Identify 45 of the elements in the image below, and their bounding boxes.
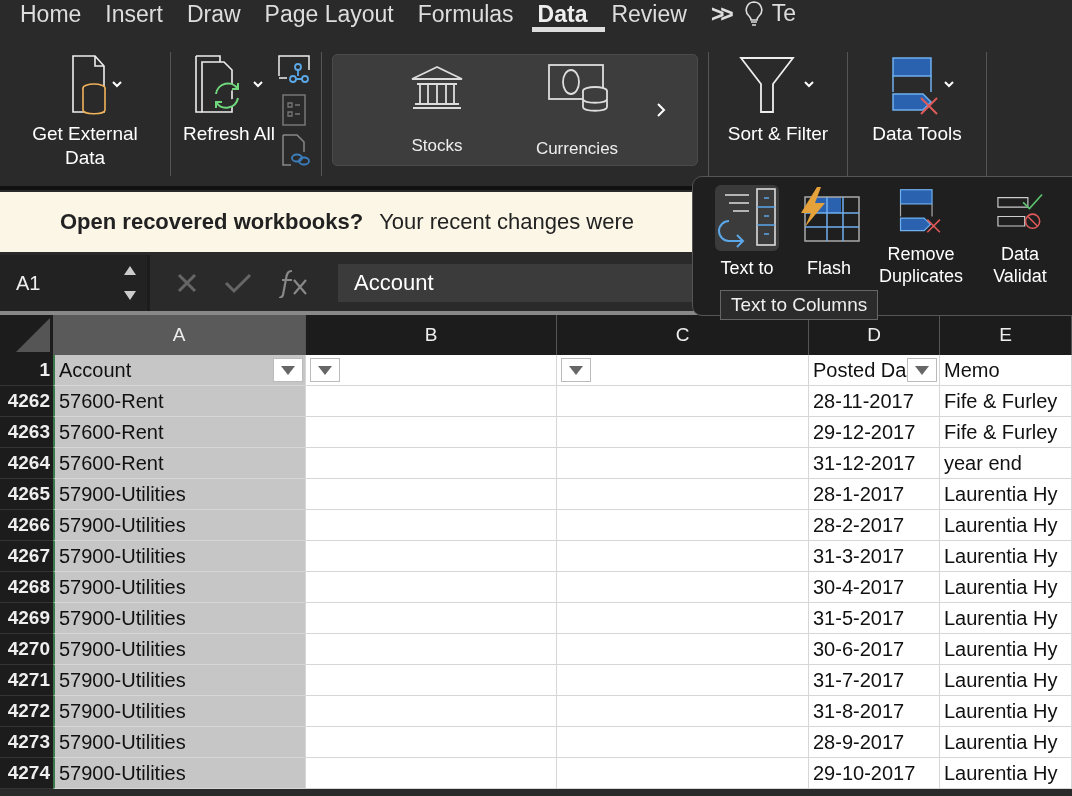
- table-cell: 57900-Utilities: [59, 668, 186, 692]
- table-cell: 57900-Utilities: [59, 637, 186, 661]
- table-cell: Laurentia Hy: [944, 575, 1058, 599]
- table-cell: 57900-Utilities: [59, 761, 186, 785]
- notice-message: Your recent changes were: [379, 209, 634, 235]
- table-cell: Laurentia Hy: [944, 544, 1058, 568]
- table-cell: 31-8-2017: [813, 699, 905, 723]
- table-cell: Laurentia Hy: [944, 606, 1058, 630]
- table-cell: Memo: [944, 358, 1000, 382]
- table-cell: 57900-Utilities: [59, 699, 186, 723]
- table-cell: 29-12-2017: [813, 420, 916, 444]
- table-cell: Account: [59, 358, 132, 382]
- table-cell: 28-11-2017: [813, 389, 914, 413]
- table-cell: 28-1-2017: [813, 482, 905, 506]
- table-cell: 57600-Rent: [59, 451, 164, 475]
- table-cell: Laurentia Hy: [944, 761, 1058, 785]
- table-cell: 28-9-2017: [813, 730, 905, 754]
- table-cell: 57900-Utilities: [59, 513, 186, 537]
- table-cell: Laurentia Hy: [944, 668, 1058, 692]
- table-cell: 29-10-2017: [813, 761, 916, 785]
- table-cell: 31-3-2017: [813, 544, 905, 568]
- table-cell: Laurentia Hy: [944, 482, 1058, 506]
- table-cell: 30-4-2017: [813, 575, 905, 599]
- table-cell: 57900-Utilities: [59, 730, 186, 754]
- table-cell: 57900-Utilities: [59, 544, 186, 568]
- table-cell: Laurentia Hy: [944, 637, 1058, 661]
- table-cell: 31-7-2017: [813, 668, 905, 692]
- table-cell: 57600-Rent: [59, 420, 164, 444]
- table-cell: 57900-Utilities: [59, 482, 186, 506]
- table-cell: Posted Da: [813, 358, 907, 382]
- table-cell: 31-5-2017: [813, 606, 905, 630]
- table-cell: Laurentia Hy: [944, 699, 1058, 723]
- tooltip: Text to Columns: [720, 290, 879, 320]
- table-cell: Laurentia Hy: [944, 730, 1058, 754]
- notice-title: Open recovered workbooks?: [60, 209, 364, 235]
- table-cell: 57600-Rent: [59, 389, 164, 413]
- table-cell: Fife & Furley: [944, 420, 1058, 444]
- table-cell: Laurentia Hy: [944, 513, 1058, 537]
- table-cell: 57900-Utilities: [59, 606, 186, 630]
- table-cell: 57900-Utilities: [59, 575, 186, 599]
- table-cell: 30-6-2017: [813, 637, 905, 661]
- table-cell: year end: [944, 451, 1022, 475]
- table-cell: 28-2-2017: [813, 513, 905, 537]
- table-cell: 31-12-2017: [813, 451, 916, 475]
- table-cell: Fife & Furley: [944, 389, 1058, 413]
